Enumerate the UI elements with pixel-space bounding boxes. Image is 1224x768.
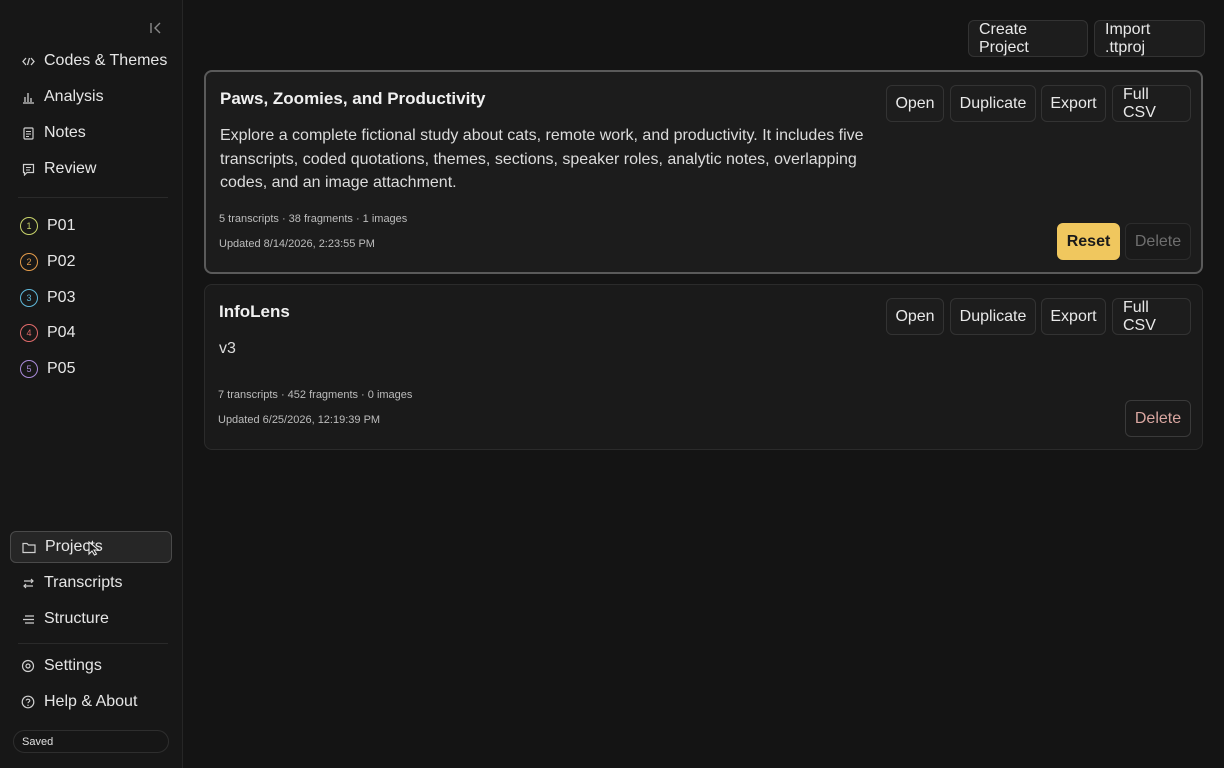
gear-icon	[21, 659, 35, 673]
note-icon	[21, 126, 35, 140]
project-description: Explore a complete fictional study about…	[220, 127, 864, 191]
project-title: Paws, Zoomies, and Productivity	[220, 89, 486, 108]
nav-structure[interactable]: Structure	[10, 603, 172, 635]
nav-label: Codes & Themes	[44, 52, 168, 69]
transcript-label: P01	[47, 217, 76, 234]
project-updated: Updated 6/25/2026, 12:19:39 PM	[218, 414, 381, 426]
nav-analysis[interactable]: Analysis	[10, 81, 172, 113]
swap-icon	[21, 576, 35, 590]
delete-button[interactable]: Delete	[1125, 400, 1191, 437]
nav-label: Review	[44, 160, 97, 177]
nav-label: Settings	[44, 657, 102, 674]
transcript-number-badge: 1	[20, 217, 38, 235]
nav-review[interactable]: Review	[10, 153, 172, 185]
open-button[interactable]: Open	[886, 298, 944, 335]
project-card[interactable]: InfoLens v3 7 transcripts · 452 fragment…	[204, 284, 1203, 450]
transcript-item-p02[interactable]: 2 P02	[10, 247, 172, 277]
import-project-button[interactable]: Import .ttproj	[1094, 20, 1205, 57]
review-icon	[21, 162, 35, 176]
project-title: InfoLens	[219, 302, 290, 321]
project-card[interactable]: Paws, Zoomies, and Productivity Explore …	[204, 70, 1203, 274]
divider	[18, 643, 168, 644]
export-button[interactable]: Export	[1041, 85, 1106, 122]
collapse-left-icon[interactable]	[146, 18, 166, 38]
nav-help-about[interactable]: Help & About	[10, 686, 172, 718]
open-button[interactable]: Open	[886, 85, 944, 122]
duplicate-button[interactable]: Duplicate	[950, 298, 1036, 335]
full-csv-button[interactable]: Full CSV	[1112, 298, 1191, 335]
transcript-label: P04	[47, 324, 76, 341]
divider	[18, 197, 168, 198]
project-updated: Updated 8/14/2026, 2:23:55 PM	[219, 238, 375, 250]
code-icon	[21, 54, 35, 68]
transcript-item-p01[interactable]: 1 P01	[10, 211, 172, 241]
nav-transcripts[interactable]: Transcripts	[10, 567, 172, 599]
nav-codes-themes[interactable]: Codes & Themes	[10, 45, 172, 77]
transcript-item-p03[interactable]: 3 P03	[10, 283, 172, 313]
transcript-item-p05[interactable]: 5 P05	[10, 354, 172, 384]
project-description: v3	[219, 340, 236, 357]
nav-label: Notes	[44, 124, 86, 141]
bar-chart-icon	[21, 90, 35, 104]
save-status: Saved	[13, 730, 169, 753]
transcript-label: P02	[47, 253, 76, 270]
transcript-label: P05	[47, 360, 76, 377]
project-stats: 5 transcripts · 38 fragments · 1 images	[219, 213, 408, 225]
transcript-item-p04[interactable]: 4 P04	[10, 318, 172, 348]
project-stats: 7 transcripts · 452 fragments · 0 images	[218, 389, 413, 401]
full-csv-button[interactable]: Full CSV	[1112, 85, 1191, 122]
transcript-number-badge: 2	[20, 253, 38, 271]
transcript-number-badge: 4	[20, 324, 38, 342]
create-project-button[interactable]: Create Project	[968, 20, 1088, 57]
duplicate-button[interactable]: Duplicate	[950, 85, 1036, 122]
help-icon	[21, 695, 35, 709]
transcript-number-badge: 5	[20, 360, 38, 378]
nav-notes[interactable]: Notes	[10, 117, 172, 149]
list-icon	[21, 612, 35, 626]
export-button[interactable]: Export	[1041, 298, 1106, 335]
nav-label: Transcripts	[44, 574, 123, 591]
sidebar: Codes & Themes Analysis Notes Review 1 P…	[0, 0, 183, 768]
folder-icon	[22, 540, 36, 554]
mouse-cursor-icon	[88, 540, 101, 561]
nav-label: Analysis	[44, 88, 104, 105]
nav-label: Help & About	[44, 693, 138, 710]
nav-projects[interactable]: Projects	[10, 531, 172, 563]
transcript-number-badge: 3	[20, 289, 38, 307]
transcript-label: P03	[47, 289, 76, 306]
delete-button[interactable]: Delete	[1125, 223, 1191, 260]
nav-label: Structure	[44, 610, 109, 627]
reset-button[interactable]: Reset	[1057, 223, 1120, 260]
nav-settings[interactable]: Settings	[10, 650, 172, 682]
